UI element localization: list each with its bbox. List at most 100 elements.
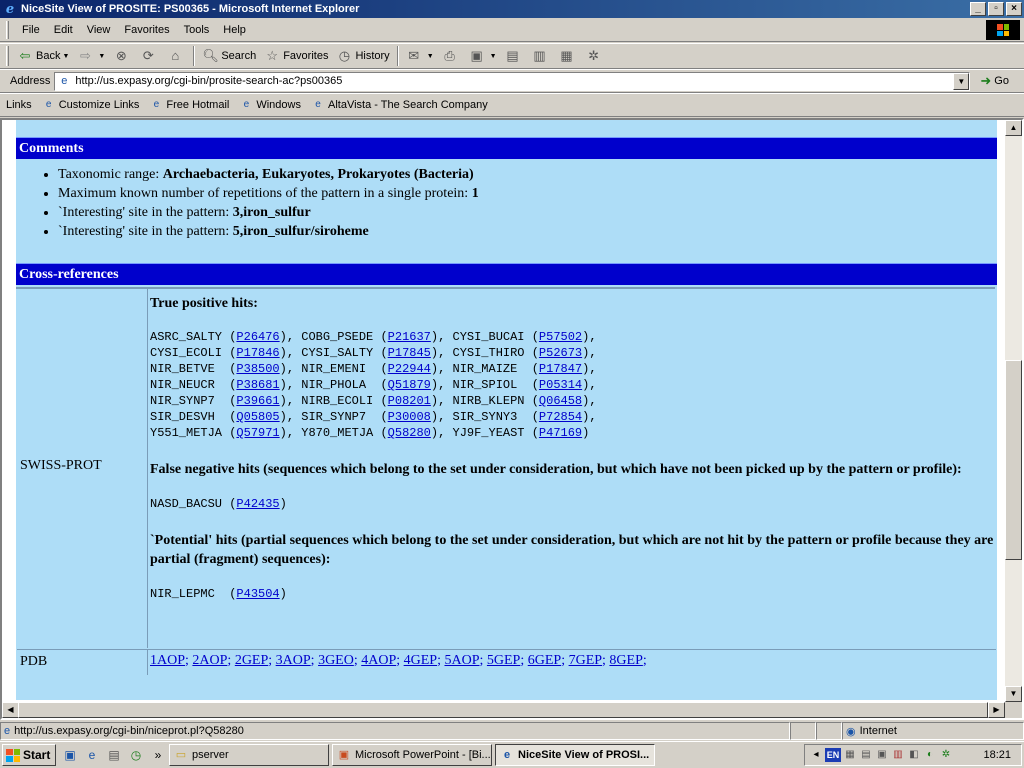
- task-ie-nicesite[interactable]: e NiceSite View of PROSI...: [495, 744, 655, 766]
- edit-button[interactable]: ▣ ▼: [465, 45, 501, 67]
- pdb-entry-link[interactable]: 3AOP: [276, 653, 311, 668]
- forward-dropdown-icon[interactable]: ▼: [98, 53, 105, 60]
- swissprot-accession-link[interactable]: P30008: [388, 410, 431, 424]
- vertical-scroll-thumb[interactable]: [1005, 360, 1022, 560]
- stop-button[interactable]: ⊗: [109, 45, 136, 67]
- swissprot-accession-link[interactable]: P57502: [539, 330, 582, 344]
- pdb-entry-link[interactable]: 4GEP: [404, 653, 437, 668]
- task-powerpoint[interactable]: ▣ Microsoft PowerPoint - [Bi...: [332, 744, 492, 766]
- swissprot-accession-link[interactable]: P21637: [388, 330, 431, 344]
- swissprot-accession-link[interactable]: Q51879: [388, 378, 431, 392]
- pdb-entry-link[interactable]: 3GEO: [318, 653, 354, 668]
- mail-button[interactable]: ✉ ▼: [402, 45, 438, 67]
- tray-app-icon[interactable]: ▤: [859, 748, 873, 762]
- pdb-entry-link[interactable]: 4AOP: [361, 653, 396, 668]
- menu-view[interactable]: View: [80, 24, 118, 36]
- link-free-hotmail[interactable]: e Free Hotmail: [149, 98, 230, 112]
- pdb-entry-link[interactable]: 8GEP: [609, 653, 642, 668]
- menu-tools[interactable]: Tools: [177, 24, 217, 36]
- swissprot-accession-link[interactable]: P52673: [539, 346, 582, 360]
- tray-app-icon[interactable]: ▦: [843, 748, 857, 762]
- pdb-entry-link[interactable]: 6GEP: [528, 653, 561, 668]
- research-button[interactable]: ▥: [528, 45, 555, 67]
- swissprot-accession-link[interactable]: P05314: [539, 378, 582, 392]
- title-bar[interactable]: e NiceSite View of PROSITE: PS00365 - Mi…: [0, 0, 1024, 18]
- search-button[interactable]: 🔍︎ Search: [198, 45, 260, 67]
- tray-app-icon[interactable]: ◧: [907, 748, 921, 762]
- link-customize-links[interactable]: e Customize Links: [42, 98, 139, 112]
- tray-app-icon[interactable]: ✲: [939, 748, 953, 762]
- swissprot-accession-link[interactable]: P72854: [539, 410, 582, 424]
- back-label: Back: [36, 50, 61, 62]
- pdb-entry-link[interactable]: 2AOP: [192, 653, 227, 668]
- menu-edit[interactable]: Edit: [47, 24, 80, 36]
- swissprot-accession-link[interactable]: Q06458: [539, 394, 582, 408]
- tools-button[interactable]: ✲: [582, 45, 609, 67]
- edit-dropdown-icon[interactable]: ▼: [490, 53, 497, 60]
- mail-dropdown-icon[interactable]: ▼: [427, 53, 434, 60]
- volume-icon[interactable]: ◂: [809, 748, 823, 762]
- scroll-left-button[interactable]: ◀: [2, 702, 19, 718]
- task-pserver[interactable]: ▭ pserver: [169, 744, 329, 766]
- swissprot-accession-link[interactable]: P47169: [539, 426, 582, 440]
- home-button[interactable]: ⌂: [163, 45, 190, 67]
- swissprot-accession-link[interactable]: Q58280: [388, 426, 431, 440]
- quicklaunch-ie-icon[interactable]: e: [84, 747, 100, 763]
- language-indicator[interactable]: EN: [825, 748, 841, 762]
- swissprot-accession-link[interactable]: P43504: [236, 587, 279, 601]
- tray-network-icon[interactable]: ▣: [875, 748, 889, 762]
- print-button[interactable]: ⎙: [438, 45, 465, 67]
- maximize-button[interactable]: ▫: [988, 2, 1004, 16]
- pdb-entry-link[interactable]: 7GEP: [569, 653, 602, 668]
- tray-app-icon[interactable]: ▥: [891, 748, 905, 762]
- swissprot-accession-link[interactable]: P17847: [539, 362, 582, 376]
- discuss-button[interactable]: ▤: [501, 45, 528, 67]
- close-button[interactable]: ×: [1006, 2, 1022, 16]
- pdb-entry-link[interactable]: 1AOP: [150, 653, 185, 668]
- quicklaunch-app-icon[interactable]: ▤: [106, 747, 122, 763]
- horizontal-scroll-thumb[interactable]: [18, 702, 988, 718]
- horizontal-scrollbar[interactable]: ◀ ▶: [2, 702, 1005, 718]
- start-button[interactable]: Start: [2, 744, 56, 766]
- swissprot-accession-link[interactable]: P17845: [388, 346, 431, 360]
- menu-help[interactable]: Help: [216, 24, 253, 36]
- menu-file[interactable]: File: [15, 24, 47, 36]
- go-button[interactable]: ➜ Go: [980, 73, 1009, 89]
- swissprot-accession-link[interactable]: P17846: [236, 346, 279, 360]
- toolbar-grip[interactable]: [6, 46, 9, 66]
- back-dropdown-icon[interactable]: ▼: [62, 53, 69, 60]
- forward-button[interactable]: ⇨ ▼: [73, 45, 109, 67]
- menu-favorites[interactable]: Favorites: [117, 24, 176, 36]
- swissprot-accession-link[interactable]: P42435: [236, 497, 279, 511]
- scroll-right-button[interactable]: ▶: [988, 702, 1005, 718]
- quicklaunch-more-icon[interactable]: »: [150, 747, 166, 763]
- swissprot-accession-link[interactable]: P39661: [236, 394, 279, 408]
- link-windows[interactable]: e Windows: [239, 98, 301, 112]
- favorites-button[interactable]: ☆ Favorites: [260, 45, 332, 67]
- menu-grip[interactable]: [6, 20, 9, 39]
- history-button[interactable]: ◷ History: [332, 45, 393, 67]
- scroll-down-button[interactable]: ▼: [1005, 686, 1022, 702]
- address-dropdown-icon[interactable]: ▼: [953, 72, 970, 90]
- pdb-entry-link[interactable]: 5GEP: [487, 653, 520, 668]
- swissprot-accession-link[interactable]: P38500: [236, 362, 279, 376]
- tray-app-icon[interactable]: ◐: [923, 748, 937, 762]
- back-button[interactable]: ⇦ Back ▼: [13, 45, 73, 67]
- quicklaunch-app-icon[interactable]: ▣: [62, 747, 78, 763]
- vertical-scrollbar[interactable]: ▲ ▼: [1005, 120, 1022, 702]
- scroll-up-button[interactable]: ▲: [1005, 120, 1022, 136]
- swissprot-accession-link[interactable]: P26476: [236, 330, 279, 344]
- link-altavista[interactable]: e AltaVista - The Search Company: [311, 98, 488, 112]
- messenger-button[interactable]: ▦: [555, 45, 582, 67]
- pdb-entry-link[interactable]: 2GEP: [235, 653, 268, 668]
- quicklaunch-app-icon[interactable]: ◷: [128, 747, 144, 763]
- swissprot-accession-link[interactable]: P38681: [236, 378, 279, 392]
- swissprot-accession-link[interactable]: P22944: [388, 362, 431, 376]
- minimize-button[interactable]: _: [970, 2, 986, 16]
- refresh-button[interactable]: ⟳: [136, 45, 163, 67]
- address-input[interactable]: e http://us.expasy.org/cgi-bin/prosite-s…: [54, 71, 971, 91]
- swissprot-accession-link[interactable]: P08201: [388, 394, 431, 408]
- swissprot-accession-link[interactable]: Q05805: [236, 410, 279, 424]
- swissprot-accession-link[interactable]: Q57971: [236, 426, 279, 440]
- pdb-entry-link[interactable]: 5AOP: [444, 653, 479, 668]
